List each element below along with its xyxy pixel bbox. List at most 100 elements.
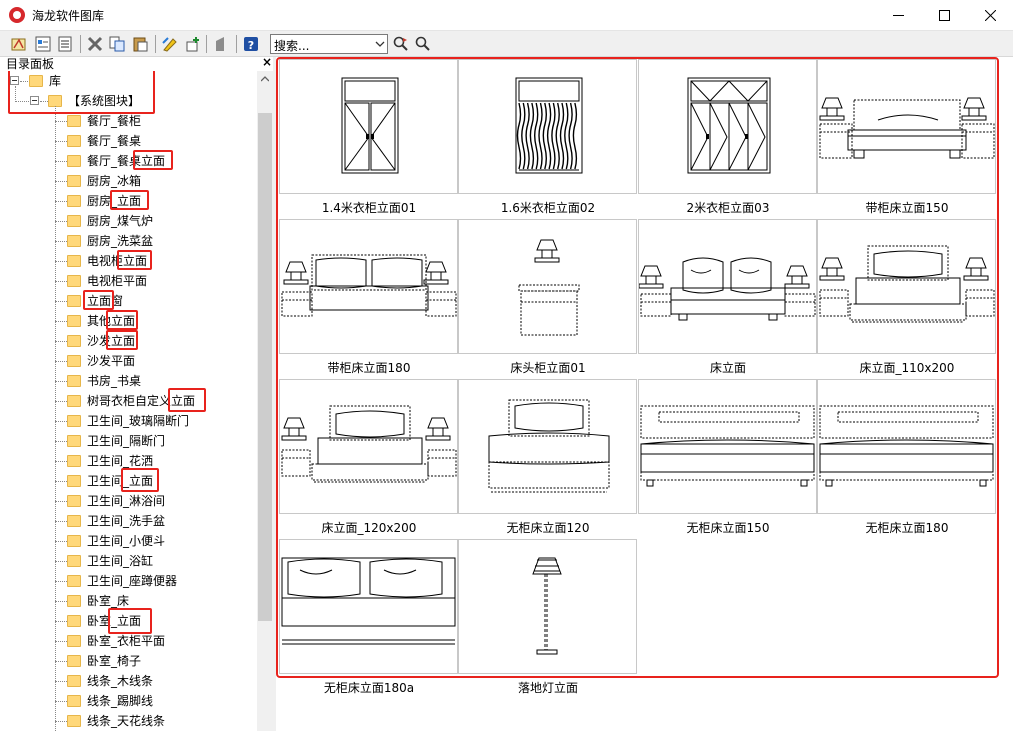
tree-item[interactable]: 卫生间_座蹲便器	[67, 571, 177, 591]
folder-icon	[67, 655, 81, 667]
tree-item[interactable]: 卫生间_隔断门	[67, 431, 165, 451]
folder-icon	[67, 555, 81, 567]
thumbnail-caption[interactable]: 无柜床立面180a	[279, 680, 459, 696]
block-shape-icon[interactable]	[212, 35, 230, 53]
tree-item[interactable]: 厨房_洗菜盆	[67, 231, 153, 251]
tree-connector	[55, 541, 67, 542]
highlight-box	[168, 388, 206, 412]
folder-icon	[67, 515, 81, 527]
tree-item-label: 电视柜平面	[87, 274, 148, 288]
folder-icon	[67, 395, 81, 407]
close-button[interactable]	[967, 0, 1013, 31]
tree-item[interactable]: 餐厅_餐柜	[67, 111, 141, 131]
tree-connector	[55, 106, 56, 731]
tree-item-label: 线条_天花线条	[87, 714, 166, 728]
tree-item[interactable]: 卫生间_浴缸	[67, 551, 153, 571]
tree-item[interactable]: 线条_踢脚线	[67, 691, 153, 711]
folder-icon	[67, 715, 81, 727]
folder-icon	[67, 615, 81, 627]
search-icon[interactable]	[414, 35, 432, 53]
search-input[interactable]: 搜索...	[274, 37, 309, 54]
highlight-box	[106, 330, 138, 350]
tree-item-label: 沙发平面	[87, 354, 136, 368]
new-block-icon[interactable]	[184, 35, 202, 53]
panel-title: 目录面板	[6, 57, 55, 71]
insert-block-icon[interactable]	[10, 35, 28, 53]
tree-item[interactable]: 沙发平面	[67, 351, 135, 371]
tree-item-label: 卧室_衣柜平面	[87, 634, 166, 648]
tree-item[interactable]: 卫生间_玻璃隔断门	[67, 411, 189, 431]
tree-item[interactable]: 厨房_冰箱	[67, 171, 141, 191]
scroll-up-arrow-icon[interactable]	[261, 75, 269, 83]
highlight-box	[83, 290, 114, 310]
folder-icon	[67, 535, 81, 547]
tree-item[interactable]: 卧室_衣柜平面	[67, 631, 165, 651]
chevron-down-icon[interactable]	[375, 39, 385, 49]
tree-item[interactable]: 卫生间_淋浴间	[67, 491, 165, 511]
tree-item[interactable]: 厨房_煤气炉	[67, 211, 153, 231]
folder-icon	[67, 595, 81, 607]
folder-icon	[67, 455, 81, 467]
tree-item-label: 餐厅_餐柜	[87, 114, 142, 128]
tree-item-label: 线条_木线条	[87, 674, 154, 688]
maximize-button[interactable]	[921, 0, 967, 31]
highlight-box	[8, 71, 155, 114]
highlight-box	[133, 150, 173, 170]
copy-icon[interactable]	[108, 35, 126, 53]
block-properties-icon[interactable]	[34, 35, 52, 53]
folder-icon	[67, 275, 81, 287]
toolbar-separator	[155, 35, 156, 53]
tree-item-label: 卫生间_小便斗	[87, 534, 166, 548]
folder-icon	[67, 215, 81, 227]
highlight-box	[108, 608, 152, 634]
tree-connector	[55, 521, 67, 522]
list-icon[interactable]	[56, 35, 74, 53]
tree-connector	[55, 641, 67, 642]
tree-item-label: 厨房_煤气炉	[87, 214, 154, 228]
folder-icon	[67, 495, 81, 507]
tree-connector	[55, 181, 67, 182]
window-title: 海龙软件图库	[32, 9, 105, 23]
grid-scrollbar[interactable]	[999, 57, 1013, 731]
app-logo-icon	[9, 7, 25, 23]
tree-item[interactable]: 卫生间_小便斗	[67, 531, 165, 551]
tree-item[interactable]: 卫生间_洗手盆	[67, 511, 165, 531]
tree-scrollbar-thumb[interactable]	[258, 113, 272, 621]
tree-item-label: 卫生间_隔断门	[87, 434, 166, 448]
tree-item[interactable]: 线条_木线条	[67, 671, 153, 691]
tree-item-label: 餐厅_餐桌	[87, 134, 142, 148]
toolbar-separator	[236, 35, 237, 53]
tree-item[interactable]: 线条_天花线条	[67, 711, 165, 731]
tree-item-label: 厨房_冰箱	[87, 174, 142, 188]
search-next-icon[interactable]	[392, 35, 410, 53]
delete-icon[interactable]	[86, 35, 104, 53]
tree-item[interactable]: 电视柜平面	[67, 271, 147, 291]
svg-text:?: ?	[248, 39, 254, 52]
tree-item-label: 书房_书桌	[87, 374, 142, 388]
tree-scrollbar[interactable]	[257, 71, 273, 731]
tree-item[interactable]: 卧室_椅子	[67, 651, 141, 671]
catalog-panel-header: 目录面板 ×	[0, 55, 273, 71]
highlight-box	[106, 310, 138, 330]
tree-item[interactable]: 书房_书桌	[67, 371, 141, 391]
tree-connector	[55, 281, 67, 282]
folder-icon	[67, 415, 81, 427]
tree-item-label: 线条_踢脚线	[87, 694, 154, 708]
panel-close-icon[interactable]: ×	[262, 55, 272, 69]
catalog-tree[interactable]: 库 【系统图块】 餐厅_餐柜 餐厅_餐桌 餐厅_餐桌立面 厨房_冰箱 厨房_立面 厨房_煤…	[0, 71, 257, 731]
help-icon[interactable]: ?	[242, 35, 260, 53]
edit-icon[interactable]	[161, 35, 179, 53]
maximize-icon	[938, 10, 950, 21]
tree-connector	[55, 721, 67, 722]
highlight-box	[110, 190, 149, 210]
tree-item[interactable]: 餐厅_餐桌	[67, 131, 141, 151]
thumbnail-caption[interactable]: 落地灯立面	[458, 680, 638, 696]
tree-connector	[55, 621, 67, 622]
minimize-icon	[892, 15, 904, 16]
paste-icon[interactable]	[131, 35, 149, 53]
folder-icon	[67, 295, 81, 307]
minimize-button[interactable]	[875, 0, 921, 31]
folder-icon	[67, 355, 81, 367]
tree-connector	[55, 561, 67, 562]
search-combobox[interactable]: 搜索...	[270, 34, 388, 54]
